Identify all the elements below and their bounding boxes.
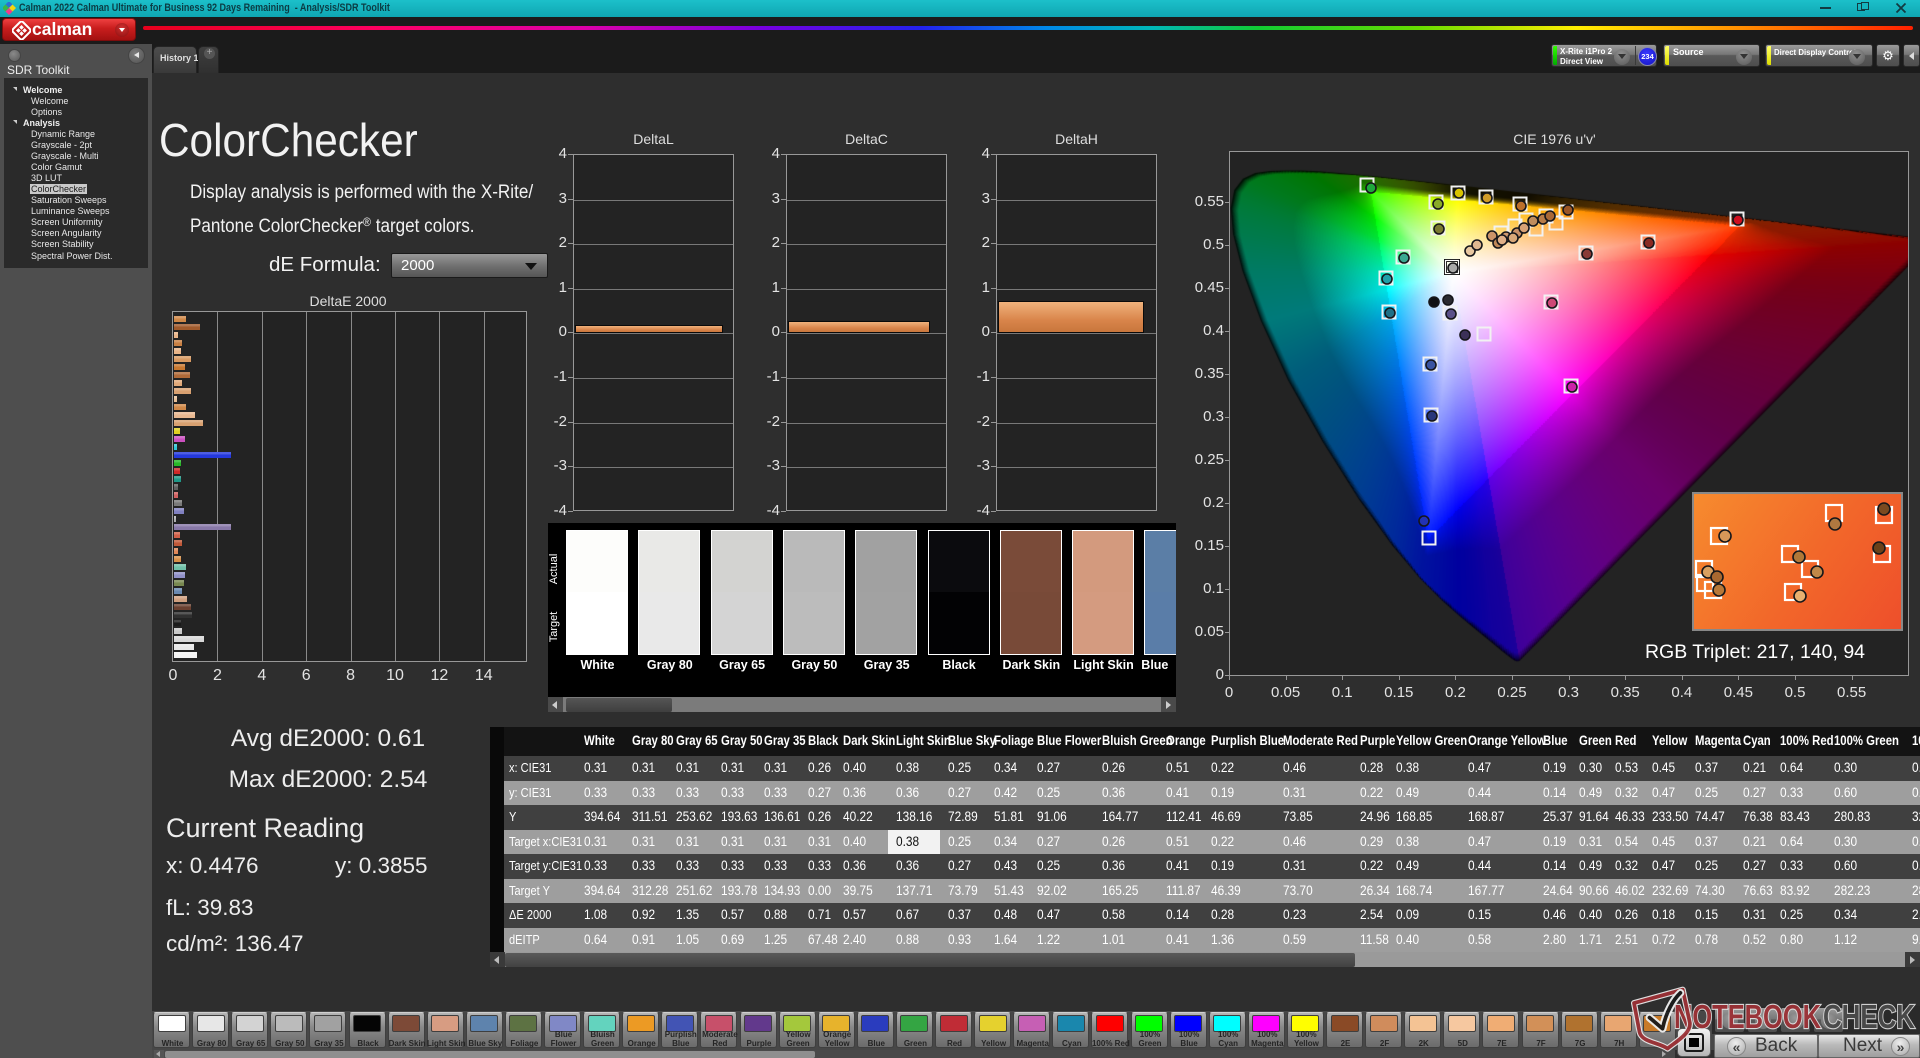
- svg-text:NOTEBOOK: NOTEBOOK: [1674, 998, 1821, 1035]
- svg-text:CHECK: CHECK: [1823, 998, 1915, 1035]
